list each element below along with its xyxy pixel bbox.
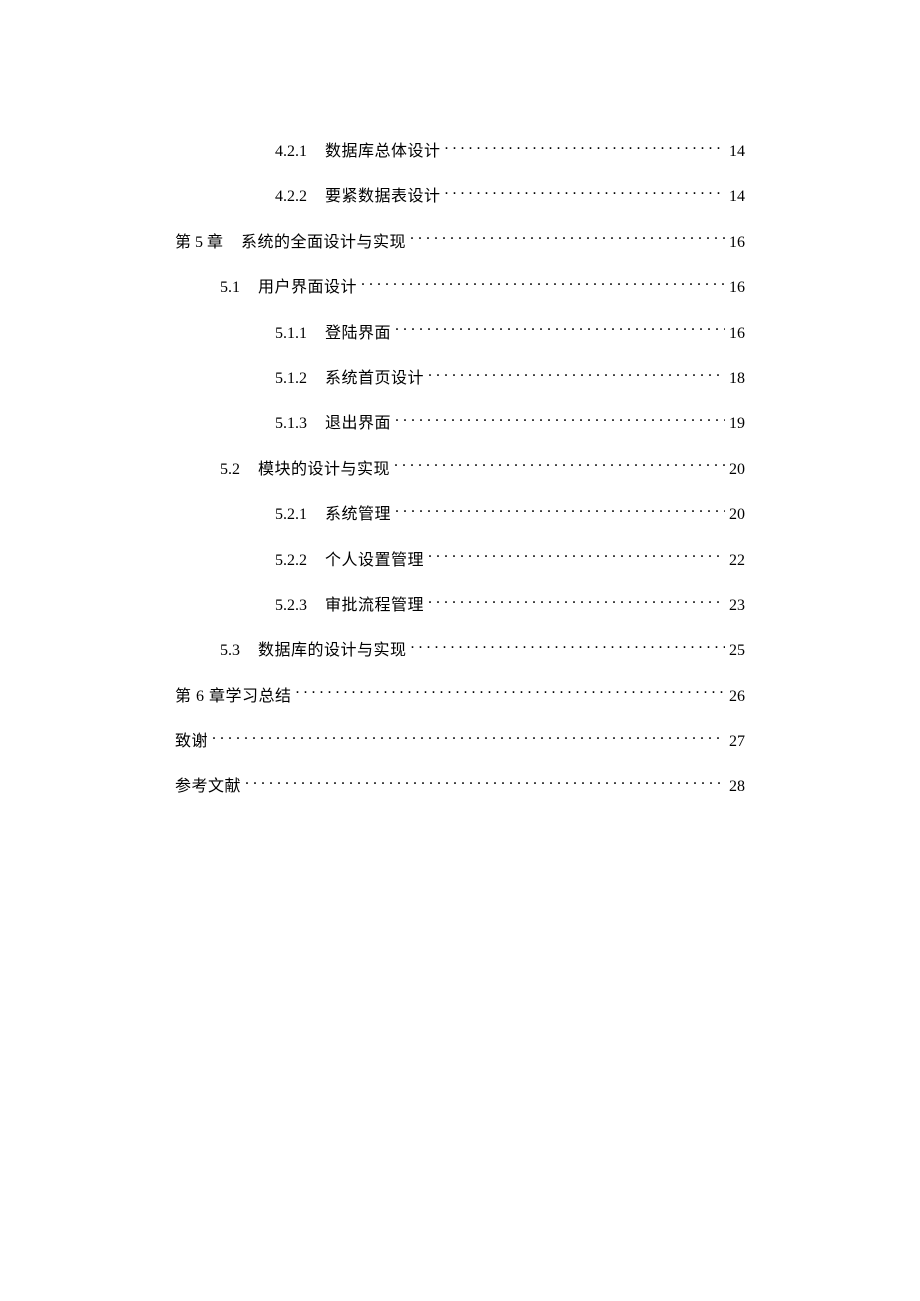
- toc-entry: 4.2.1 数据库总体设计 14: [175, 140, 745, 163]
- toc-entry: 5.1.2 系统首页设计 18: [175, 367, 745, 390]
- toc-dot-leader: [296, 685, 725, 701]
- toc-entry-number: 5.2.2: [275, 550, 307, 572]
- toc-entry-number: 5.3: [220, 640, 240, 662]
- toc-dot-leader: [445, 185, 725, 201]
- toc-entry-page: 14: [729, 186, 745, 208]
- toc-entry-page: 14: [729, 141, 745, 163]
- toc-dot-leader: [245, 775, 725, 791]
- toc-entry-page: 19: [729, 413, 745, 435]
- toc-entry: 5.2 模块的设计与实现 20: [175, 458, 745, 481]
- toc-entry-page: 16: [729, 277, 745, 299]
- toc-dot-leader: [428, 549, 725, 565]
- toc-entry-title: 系统的全面设计与实现: [241, 232, 406, 254]
- toc-entry-title: 模块的设计与实现: [258, 459, 390, 481]
- toc-entry-title: 数据库总体设计: [325, 141, 441, 163]
- toc-entry-page: 27: [729, 731, 745, 753]
- toc-entry-page: 20: [729, 459, 745, 481]
- toc-entry-number: 5.2: [220, 459, 240, 481]
- toc-entry-title: 数据库的设计与实现: [258, 640, 407, 662]
- toc-dot-leader: [212, 730, 725, 746]
- toc-entry-number: 4.2.2: [275, 186, 307, 208]
- toc-entry: 5.2.2 个人设置管理 22: [175, 549, 745, 572]
- toc-entry: 5.2.1 系统管理 20: [175, 503, 745, 526]
- toc-dot-leader: [428, 594, 725, 610]
- toc-entry-page: 20: [729, 504, 745, 526]
- toc-entry-title: 系统管理: [325, 504, 391, 526]
- toc-entry: 5.3 数据库的设计与实现 25: [175, 639, 745, 662]
- toc-entry-title: 退出界面: [325, 413, 391, 435]
- toc-entry-number: 5.2.1: [275, 504, 307, 526]
- toc-entry-page: 16: [729, 232, 745, 254]
- toc-entry-title: 系统首页设计: [325, 368, 424, 390]
- toc-entry-number: 5.1.2: [275, 368, 307, 390]
- toc-dot-leader: [410, 231, 725, 247]
- toc-entry-page: 16: [729, 323, 745, 345]
- toc-entry: 第 5 章 系统的全面设计与实现 16: [175, 231, 745, 254]
- toc-entry: 致谢 27: [175, 730, 745, 753]
- toc-entry-number: 5.2.3: [275, 595, 307, 617]
- toc-entry-number: 4.2.1: [275, 141, 307, 163]
- toc-entry-page: 26: [729, 686, 745, 708]
- toc-entry-title: 审批流程管理: [325, 595, 424, 617]
- toc-entry-number: 5.1.3: [275, 413, 307, 435]
- toc-entry: 5.1 用户界面设计 16: [175, 276, 745, 299]
- toc-entry-number: 第 5 章: [175, 232, 223, 254]
- toc-dot-leader: [394, 458, 725, 474]
- toc-dot-leader: [428, 367, 725, 383]
- toc-dot-leader: [411, 639, 725, 655]
- toc-dot-leader: [361, 276, 725, 292]
- toc-entry-number: 5.1: [220, 277, 240, 299]
- toc-entry-number: 5.1.1: [275, 323, 307, 345]
- toc-entry-title: 登陆界面: [325, 323, 391, 345]
- toc-entry: 5.1.1 登陆界面 16: [175, 322, 745, 345]
- toc-entry-page: 22: [729, 550, 745, 572]
- toc-entry-title: 致谢: [175, 731, 208, 753]
- toc-entry-page: 18: [729, 368, 745, 390]
- toc-entry: 5.2.3 审批流程管理 23: [175, 594, 745, 617]
- table-of-contents: 4.2.1 数据库总体设计 14 4.2.2 要紧数据表设计 14 第 5 章 …: [175, 140, 745, 799]
- toc-dot-leader: [395, 322, 725, 338]
- toc-entry-title: 第 6 章学习总结: [175, 686, 292, 708]
- toc-entry-page: 25: [729, 640, 745, 662]
- toc-dot-leader: [395, 412, 725, 428]
- toc-entry-title: 用户界面设计: [258, 277, 357, 299]
- toc-entry-page: 28: [729, 776, 745, 798]
- toc-entry-title: 个人设置管理: [325, 550, 424, 572]
- toc-entry-title: 要紧数据表设计: [325, 186, 441, 208]
- toc-entry: 参考文献 28: [175, 775, 745, 798]
- toc-entry: 4.2.2 要紧数据表设计 14: [175, 185, 745, 208]
- toc-entry-title: 参考文献: [175, 776, 241, 798]
- toc-dot-leader: [445, 140, 725, 156]
- document-page: 4.2.1 数据库总体设计 14 4.2.2 要紧数据表设计 14 第 5 章 …: [0, 0, 920, 799]
- toc-entry: 第 6 章学习总结 26: [175, 685, 745, 708]
- toc-entry: 5.1.3 退出界面 19: [175, 412, 745, 435]
- toc-entry-page: 23: [729, 595, 745, 617]
- toc-dot-leader: [395, 503, 725, 519]
